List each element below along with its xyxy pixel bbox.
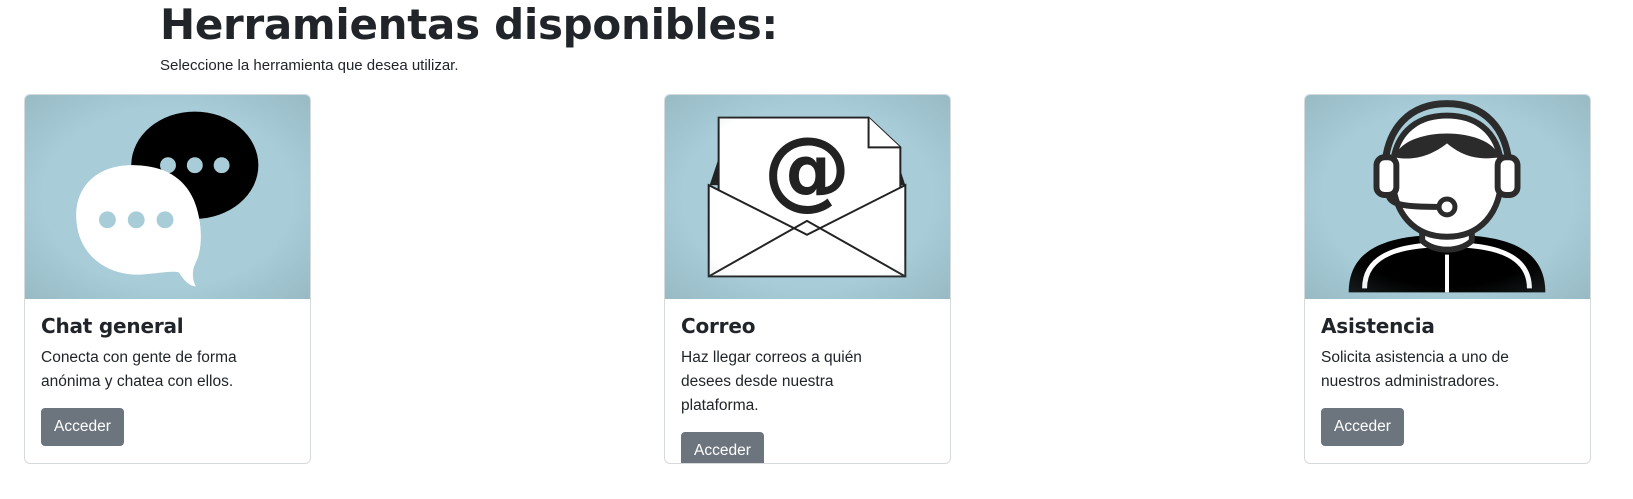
card-text: Haz llegar correos a quién desees desde …: [681, 349, 862, 414]
card-text: Conecta con gente de forma anónima y cha…: [41, 349, 237, 390]
card-title: Correo: [681, 314, 756, 338]
tool-card-mail: @ Correo Haz llegar correos a quién dese…: [664, 94, 951, 464]
page-subtitle: Seleccione la herramienta que desea util…: [160, 57, 459, 74]
tool-card-support: Asistencia Solicita asistencia a uno de …: [1304, 94, 1591, 464]
email-envelope-icon: @: [707, 116, 907, 278]
access-chat-button[interactable]: Acceder: [41, 408, 124, 446]
access-support-button[interactable]: Acceder: [1321, 408, 1404, 446]
card-image-mail: @: [665, 95, 950, 299]
support-agent-icon: [1348, 100, 1546, 293]
card-title: Chat general: [41, 314, 184, 338]
card-image-support: [1305, 95, 1590, 299]
svg-text:@: @: [763, 118, 850, 220]
page-title: Herramientas disponibles:: [160, 0, 778, 49]
card-image-chat: [25, 95, 310, 299]
card-title: Asistencia: [1321, 314, 1435, 338]
card-text: Solicita asistencia a uno de nuestros ad…: [1321, 349, 1509, 390]
chat-bubbles-icon: [76, 111, 259, 287]
access-mail-button[interactable]: Acceder: [681, 432, 764, 463]
tool-card-chat: Chat general Conecta con gente de forma …: [24, 94, 311, 464]
